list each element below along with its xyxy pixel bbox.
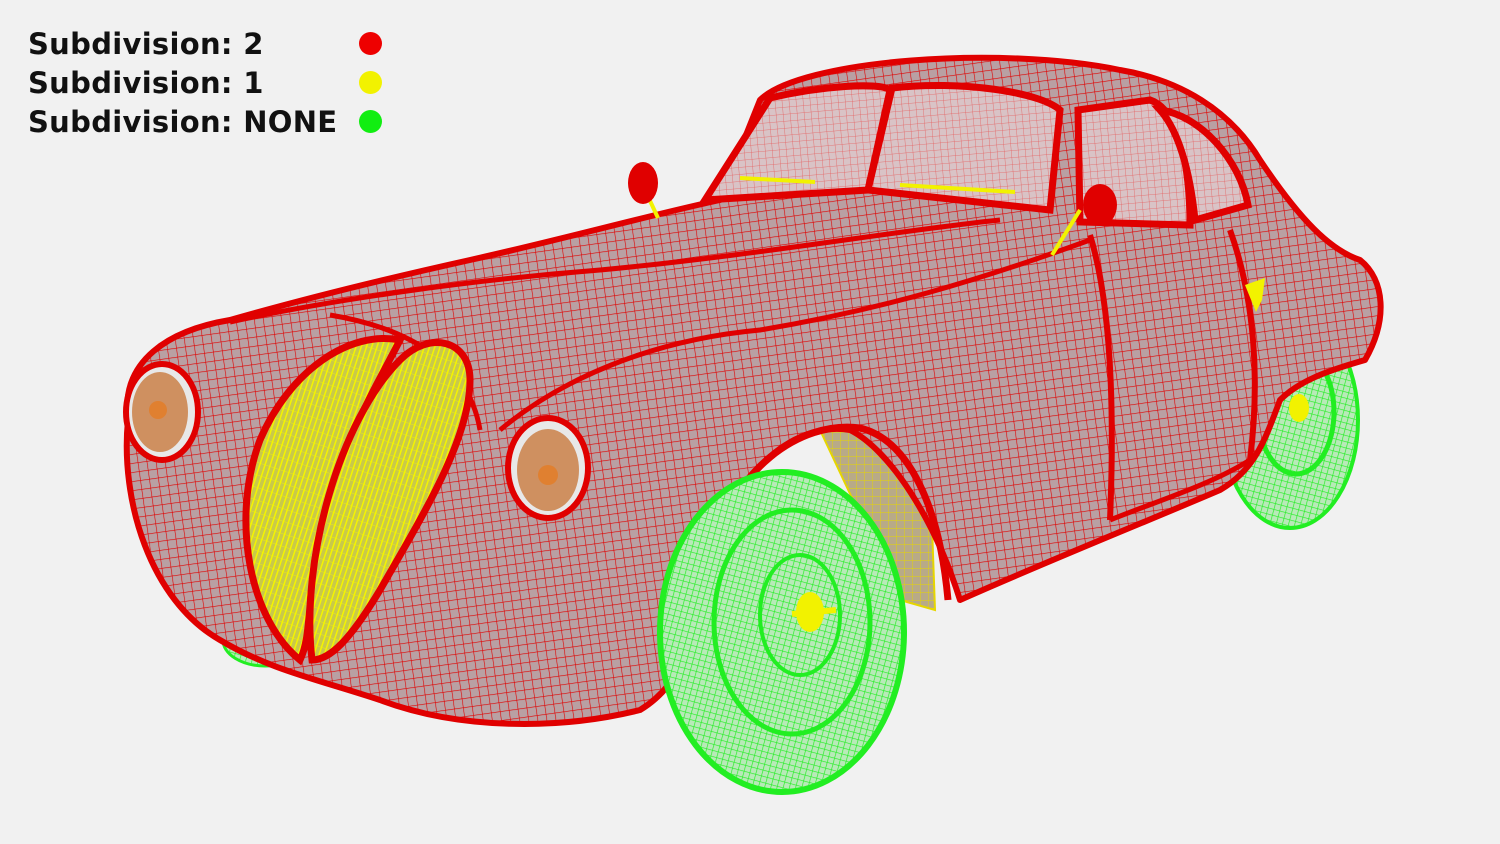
legend-item-subdivision-2: Subdivision: 2: [28, 26, 388, 65]
green-dot-icon: [359, 110, 382, 133]
headlight-left: [123, 361, 201, 463]
red-dot-icon: [359, 32, 382, 55]
yellow-dot-icon: [359, 71, 382, 94]
side-mirror-left: [628, 162, 660, 219]
rear-hub-cap: [1289, 394, 1309, 422]
legend-item-subdivision-none: Subdivision: NONE: [28, 104, 388, 143]
legend-label: Subdivision: NONE: [28, 105, 338, 139]
legend-item-subdivision-1: Subdivision: 1: [28, 65, 388, 104]
windshield-right: [863, 81, 1064, 214]
front-right-wheel: [657, 469, 907, 795]
legend-label: Subdivision: 2: [28, 27, 264, 61]
subdivision-legend: Subdivision: 2 Subdivision: 1 Subdivisio…: [28, 26, 388, 143]
headlight-right: [505, 415, 591, 521]
legend-label: Subdivision: 1: [28, 66, 264, 100]
